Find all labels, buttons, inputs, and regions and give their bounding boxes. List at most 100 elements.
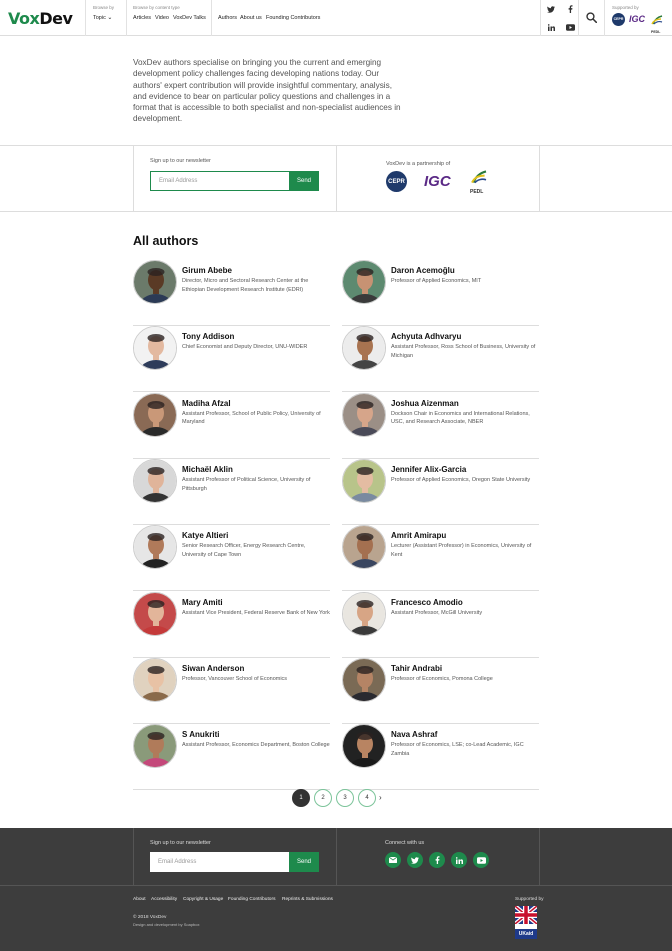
pedl-logo[interactable]: PEDL: [651, 12, 665, 34]
email-icon[interactable]: [385, 852, 401, 868]
footer-email-input[interactable]: Email Address: [150, 852, 289, 872]
igc-logo[interactable]: IGC: [629, 14, 645, 24]
author-card[interactable]: Joshua Aizenman Dockson Chair in Economic…: [342, 392, 539, 459]
author-avatar[interactable]: [133, 525, 177, 570]
author-card[interactable]: Tahir Andrabi Professor of Economics, Pom…: [342, 657, 539, 724]
search-icon[interactable]: [580, 8, 602, 26]
author-card[interactable]: Amrit Amirapu Lecturer (Assistant Profess…: [342, 525, 539, 592]
nav-link-about-us[interactable]: About us: [240, 15, 262, 21]
pedl-text: PEDL: [651, 30, 661, 34]
pedl-logo[interactable]: PEDL: [470, 170, 490, 195]
author-avatar[interactable]: [342, 525, 386, 570]
author-role: Lecturer (Assistant Professor) in Econom…: [391, 543, 532, 558]
author-name[interactable]: Katye Altieri: [182, 531, 228, 540]
page-button-2[interactable]: 2: [314, 789, 332, 807]
author-name[interactable]: Francesco Amodio: [391, 598, 463, 607]
footer-link-founding-contributors[interactable]: Founding Contributors: [228, 897, 275, 902]
chevron-right-icon[interactable]: ›: [379, 793, 387, 803]
author-card[interactable]: Madiha Afzal Assistant Professor, School …: [133, 392, 330, 459]
author-card[interactable]: Girum Abebe Director, Micro and Sectoral …: [133, 260, 330, 326]
newsletter-send-button[interactable]: Send: [289, 171, 319, 191]
author-name[interactable]: Daron Acemoğlu: [391, 266, 455, 275]
author-avatar[interactable]: [133, 392, 177, 437]
author-card[interactable]: Achyuta Adhvaryu Assistant Professor, Ros…: [342, 326, 539, 393]
author-avatar[interactable]: [133, 724, 177, 769]
author-avatar[interactable]: [342, 326, 386, 371]
author-name[interactable]: Tahir Andrabi: [391, 664, 442, 673]
cepr-logo[interactable]: CEPR: [612, 13, 625, 26]
divider: [0, 885, 672, 886]
union-flag-icon: [513, 904, 539, 926]
author-card[interactable]: Siwan Anderson Professor, Vancouver Schoo…: [133, 657, 330, 724]
author-name[interactable]: Amrit Amirapu: [391, 531, 446, 540]
nav-link-authors[interactable]: Authors: [218, 15, 237, 21]
author-name[interactable]: Michaël Aklin: [182, 465, 233, 474]
linkedin-icon[interactable]: [541, 18, 561, 36]
topic-dropdown[interactable]: Topic ⌄: [93, 14, 112, 21]
author-name[interactable]: Jennifer Alix-Garcia: [391, 465, 466, 474]
page-button-3[interactable]: 3: [336, 789, 354, 807]
facebook-icon[interactable]: [560, 0, 580, 18]
author-avatar[interactable]: [342, 458, 386, 503]
page-button-4[interactable]: 4: [358, 789, 376, 807]
author-avatar[interactable]: [133, 326, 177, 371]
ukaid-logo[interactable]: UKaid: [513, 904, 539, 939]
author-avatar[interactable]: [133, 260, 177, 304]
nav-link-founding-contributors[interactable]: Founding Contributors: [266, 15, 320, 21]
author-name[interactable]: Mary Amiti: [182, 598, 223, 607]
author-avatar[interactable]: [342, 724, 386, 769]
author-avatar[interactable]: [342, 392, 386, 437]
footer-link-reprints[interactable]: Reprints & Submissions: [282, 897, 333, 902]
author-card[interactable]: S Anukriti Assistant Professor, Economics…: [133, 724, 330, 791]
footer-link-copyright[interactable]: Copyright & Usage: [183, 897, 223, 902]
footer-link-about[interactable]: About: [133, 897, 146, 902]
divider: [578, 0, 579, 36]
author-role: Chief Economist and Deputy Director, UNU…: [182, 344, 308, 351]
youtube-icon[interactable]: [560, 18, 580, 36]
author-avatar[interactable]: [133, 657, 177, 702]
author-avatar[interactable]: [133, 458, 177, 503]
cepr-logo[interactable]: CEPR: [386, 171, 407, 192]
youtube-icon[interactable]: [473, 852, 489, 868]
author-card[interactable]: Mary Amiti Assistant Vice President, Fede…: [133, 591, 330, 658]
author-role: Assistant Vice President, Federal Reserv…: [182, 609, 330, 616]
author-card[interactable]: Jennifer Alix-Garcia Professor of Applied…: [342, 458, 539, 525]
twitter-icon[interactable]: [407, 852, 423, 868]
voxdev-logo[interactable]: VoxDev: [8, 9, 73, 28]
author-avatar[interactable]: [342, 591, 386, 636]
newsletter-email-input[interactable]: Email Address: [150, 171, 289, 191]
footer-send-button[interactable]: Send: [289, 852, 319, 872]
author-card[interactable]: Katye Altieri Senior Research Officer, En…: [133, 525, 330, 592]
footer-link-accessibility[interactable]: Accessibility: [151, 897, 177, 902]
author-card[interactable]: Francesco Amodio Assistant Professor, McG…: [342, 591, 539, 658]
author-name[interactable]: Nava Ashraf: [391, 730, 437, 739]
page-button-1[interactable]: 1: [292, 789, 310, 807]
author-avatar[interactable]: [342, 657, 386, 702]
nav-link-voxdev-talks[interactable]: VoxDev Talks: [173, 15, 206, 21]
linkedin-icon[interactable]: [451, 852, 467, 868]
author-name[interactable]: Siwan Anderson: [182, 664, 244, 673]
twitter-icon[interactable]: [541, 0, 561, 18]
author-card[interactable]: Nava Ashraf Professor of Economics, LSE; …: [342, 724, 539, 791]
author-avatar[interactable]: [133, 591, 177, 636]
author-name[interactable]: Achyuta Adhvaryu: [391, 332, 461, 341]
author-card[interactable]: Daron Acemoğlu Professor of Applied Econo…: [342, 260, 539, 326]
nav-link-video[interactable]: Video: [155, 15, 169, 21]
copyright-text: © 2018 VoxDev: [133, 915, 167, 920]
supported-by-label: Supported by: [612, 5, 639, 10]
author-name[interactable]: Girum Abebe: [182, 266, 232, 275]
author-avatar[interactable]: [342, 260, 386, 304]
author-card[interactable]: Michaël Aklin Assistant Professor of Poli…: [133, 458, 330, 525]
facebook-icon[interactable]: [429, 852, 445, 868]
author-name[interactable]: Tony Addison: [182, 332, 234, 341]
igc-logo[interactable]: IGC: [424, 173, 451, 190]
author-role: Professor of Economics, Pomona College: [391, 675, 493, 682]
nav-link-articles[interactable]: Articles: [133, 15, 151, 21]
author-role: Professor, Vancouver School of Economics: [182, 675, 288, 682]
author-card[interactable]: Tony Addison Chief Economist and Deputy D…: [133, 326, 330, 393]
author-name[interactable]: Joshua Aizenman: [391, 399, 459, 408]
connect-label: Connect with us: [385, 840, 425, 846]
ukaid-text: UKaid: [515, 929, 537, 939]
author-name[interactable]: Madiha Afzal: [182, 399, 231, 408]
author-name[interactable]: S Anukriti: [182, 730, 219, 739]
